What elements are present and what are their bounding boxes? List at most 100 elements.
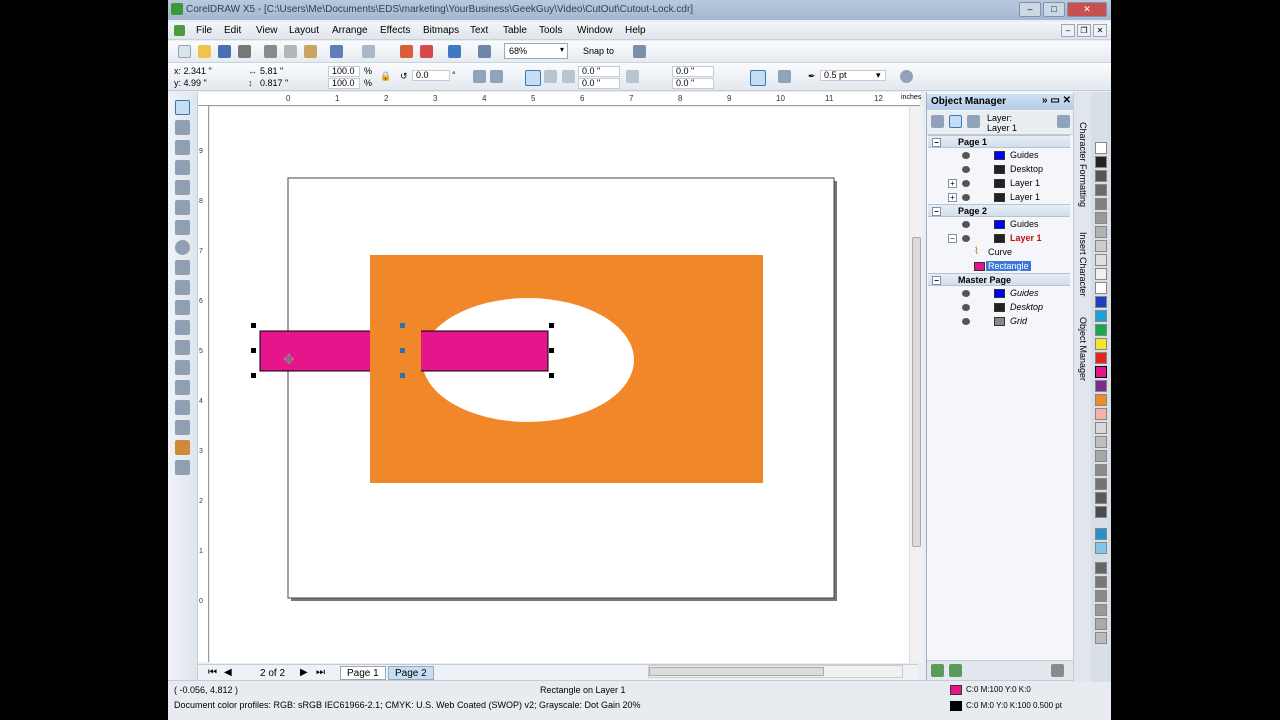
tree-layer[interactable]: Guides: [928, 287, 1070, 300]
color-chip[interactable]: [1095, 436, 1107, 448]
collapse-icon[interactable]: −: [948, 234, 957, 243]
table-tool-icon[interactable]: [175, 320, 190, 335]
open-icon[interactable]: [198, 45, 211, 58]
tree-object-rectangle[interactable]: Rectangle: [928, 260, 1070, 273]
color-chip[interactable]: [1095, 268, 1107, 280]
new-icon[interactable]: [178, 45, 191, 58]
smart-fill-tool-icon[interactable]: [175, 200, 190, 215]
color-chip[interactable]: [1095, 464, 1107, 476]
save-icon[interactable]: [218, 45, 231, 58]
color-chip[interactable]: [1095, 590, 1107, 602]
color-chip[interactable]: [1095, 618, 1107, 630]
ellipse-tool-icon[interactable]: [175, 240, 190, 255]
color-chip[interactable]: [1095, 324, 1107, 336]
document-icon[interactable]: [174, 25, 185, 36]
crop-tool-icon[interactable]: [175, 140, 190, 155]
color-chip[interactable]: [1095, 212, 1107, 224]
relative-scale-icon[interactable]: [750, 70, 766, 86]
menu-text[interactable]: Text: [470, 25, 488, 36]
outline-tool-icon[interactable]: [175, 420, 190, 435]
color-chip[interactable]: [1095, 380, 1107, 392]
tab-page-2[interactable]: Page 2: [388, 666, 434, 680]
color-chip[interactable]: [1095, 492, 1107, 504]
docker-controls[interactable]: » ▭ ✕: [1042, 95, 1071, 106]
color-chip[interactable]: [1095, 240, 1107, 252]
export-icon[interactable]: [420, 45, 433, 58]
freehand-tool-icon[interactable]: [175, 180, 190, 195]
options-icon[interactable]: [633, 45, 646, 58]
link-corners-icon[interactable]: [626, 70, 639, 83]
menu-help[interactable]: Help: [625, 25, 646, 36]
color-chip[interactable]: [1095, 604, 1107, 616]
prev-page-icon[interactable]: ◀: [224, 667, 232, 678]
interactive-fill-tool-icon[interactable]: [175, 460, 190, 475]
lock-ratio-icon[interactable]: 🔒: [380, 71, 391, 82]
color-chip[interactable]: [1095, 576, 1107, 588]
fill-info[interactable]: C:0 M:100 Y:0 K:0: [966, 685, 1031, 694]
redo-icon[interactable]: [362, 45, 375, 58]
selection-handle[interactable]: [251, 373, 256, 378]
color-chip[interactable]: [1095, 296, 1107, 308]
color-chip[interactable]: [1095, 184, 1107, 196]
vertical-scroll-thumb[interactable]: [912, 237, 921, 547]
show-object-properties-icon[interactable]: [949, 115, 962, 128]
horizontal-scroll-thumb[interactable]: [649, 667, 824, 676]
collapse-icon[interactable]: −: [932, 276, 941, 285]
object-width[interactable]: 5.81 ": [260, 66, 283, 76]
color-chip[interactable]: [1095, 310, 1107, 322]
selection-handle[interactable]: [400, 323, 405, 328]
eye-icon[interactable]: [962, 194, 970, 201]
eyedropper-tool-icon[interactable]: [175, 400, 190, 415]
convert-to-curves-icon[interactable]: [900, 70, 913, 83]
menu-view[interactable]: View: [256, 25, 278, 36]
menu-file[interactable]: File: [196, 25, 212, 36]
color-chip[interactable]: [1095, 170, 1107, 182]
tree-layer[interactable]: Guides: [928, 149, 1070, 162]
eye-icon[interactable]: [962, 152, 970, 159]
color-profiles[interactable]: Document color profiles: RGB: sRGB IEC61…: [174, 700, 641, 710]
vertical-scrollbar[interactable]: [909, 107, 923, 663]
round-corner-icon[interactable]: [525, 70, 541, 86]
menu-layout[interactable]: Layout: [289, 25, 319, 36]
selection-handle[interactable]: [400, 348, 405, 353]
tree-object-curve[interactable]: ⌇ Curve: [928, 246, 1070, 259]
fill-tool-icon[interactable]: [175, 440, 190, 455]
tree-layer[interactable]: Desktop: [928, 301, 1070, 314]
chamfered-corner-icon[interactable]: [562, 70, 575, 83]
color-chip[interactable]: [1095, 156, 1107, 168]
doc-minimize-button[interactable]: –: [1061, 24, 1075, 37]
color-chip[interactable]: [1095, 528, 1107, 540]
corner-radius-1[interactable]: 0.0 ": [578, 66, 620, 77]
new-master-layer-icon[interactable]: [949, 664, 962, 677]
drawing-canvas[interactable]: ✥: [210, 107, 910, 663]
scale-height-field[interactable]: 100.0: [328, 78, 360, 89]
color-chip[interactable]: [1095, 338, 1107, 350]
tab-page-1[interactable]: Page 1: [340, 666, 386, 680]
color-chip[interactable]: [1095, 142, 1107, 154]
cut-icon[interactable]: [264, 45, 277, 58]
eye-icon[interactable]: [962, 221, 970, 228]
expand-icon[interactable]: +: [948, 179, 957, 188]
horizontal-scrollbar[interactable]: [648, 665, 903, 678]
undo-icon[interactable]: [330, 45, 343, 58]
doc-restore-button[interactable]: ❐: [1077, 24, 1091, 37]
object-height[interactable]: 0.817 ": [260, 78, 288, 88]
tree-layer-active[interactable]: − Layer 1: [928, 232, 1070, 245]
scale-width-field[interactable]: 100.0: [328, 66, 360, 77]
pick-tool-icon[interactable]: [175, 100, 190, 115]
paste-icon[interactable]: [304, 45, 317, 58]
eye-icon[interactable]: [962, 290, 970, 297]
tree-layer[interactable]: Grid: [928, 315, 1070, 328]
tree-layer[interactable]: + Layer 1: [928, 191, 1070, 204]
menu-window[interactable]: Window: [577, 25, 613, 36]
vertical-ruler[interactable]: 9 8 7 6 5 4 3 2 1 0: [198, 106, 209, 662]
print-icon[interactable]: [238, 45, 251, 58]
eye-icon[interactable]: [962, 235, 970, 242]
color-chip[interactable]: [1095, 226, 1107, 238]
app-launcher-icon[interactable]: [448, 45, 461, 58]
first-page-icon[interactable]: ⏮: [208, 667, 217, 678]
rectangle-tool-icon[interactable]: [175, 220, 190, 235]
welcome-screen-icon[interactable]: [478, 45, 491, 58]
eye-icon[interactable]: [962, 180, 970, 187]
zoom-level-select[interactable]: 68% ▾: [504, 43, 568, 59]
